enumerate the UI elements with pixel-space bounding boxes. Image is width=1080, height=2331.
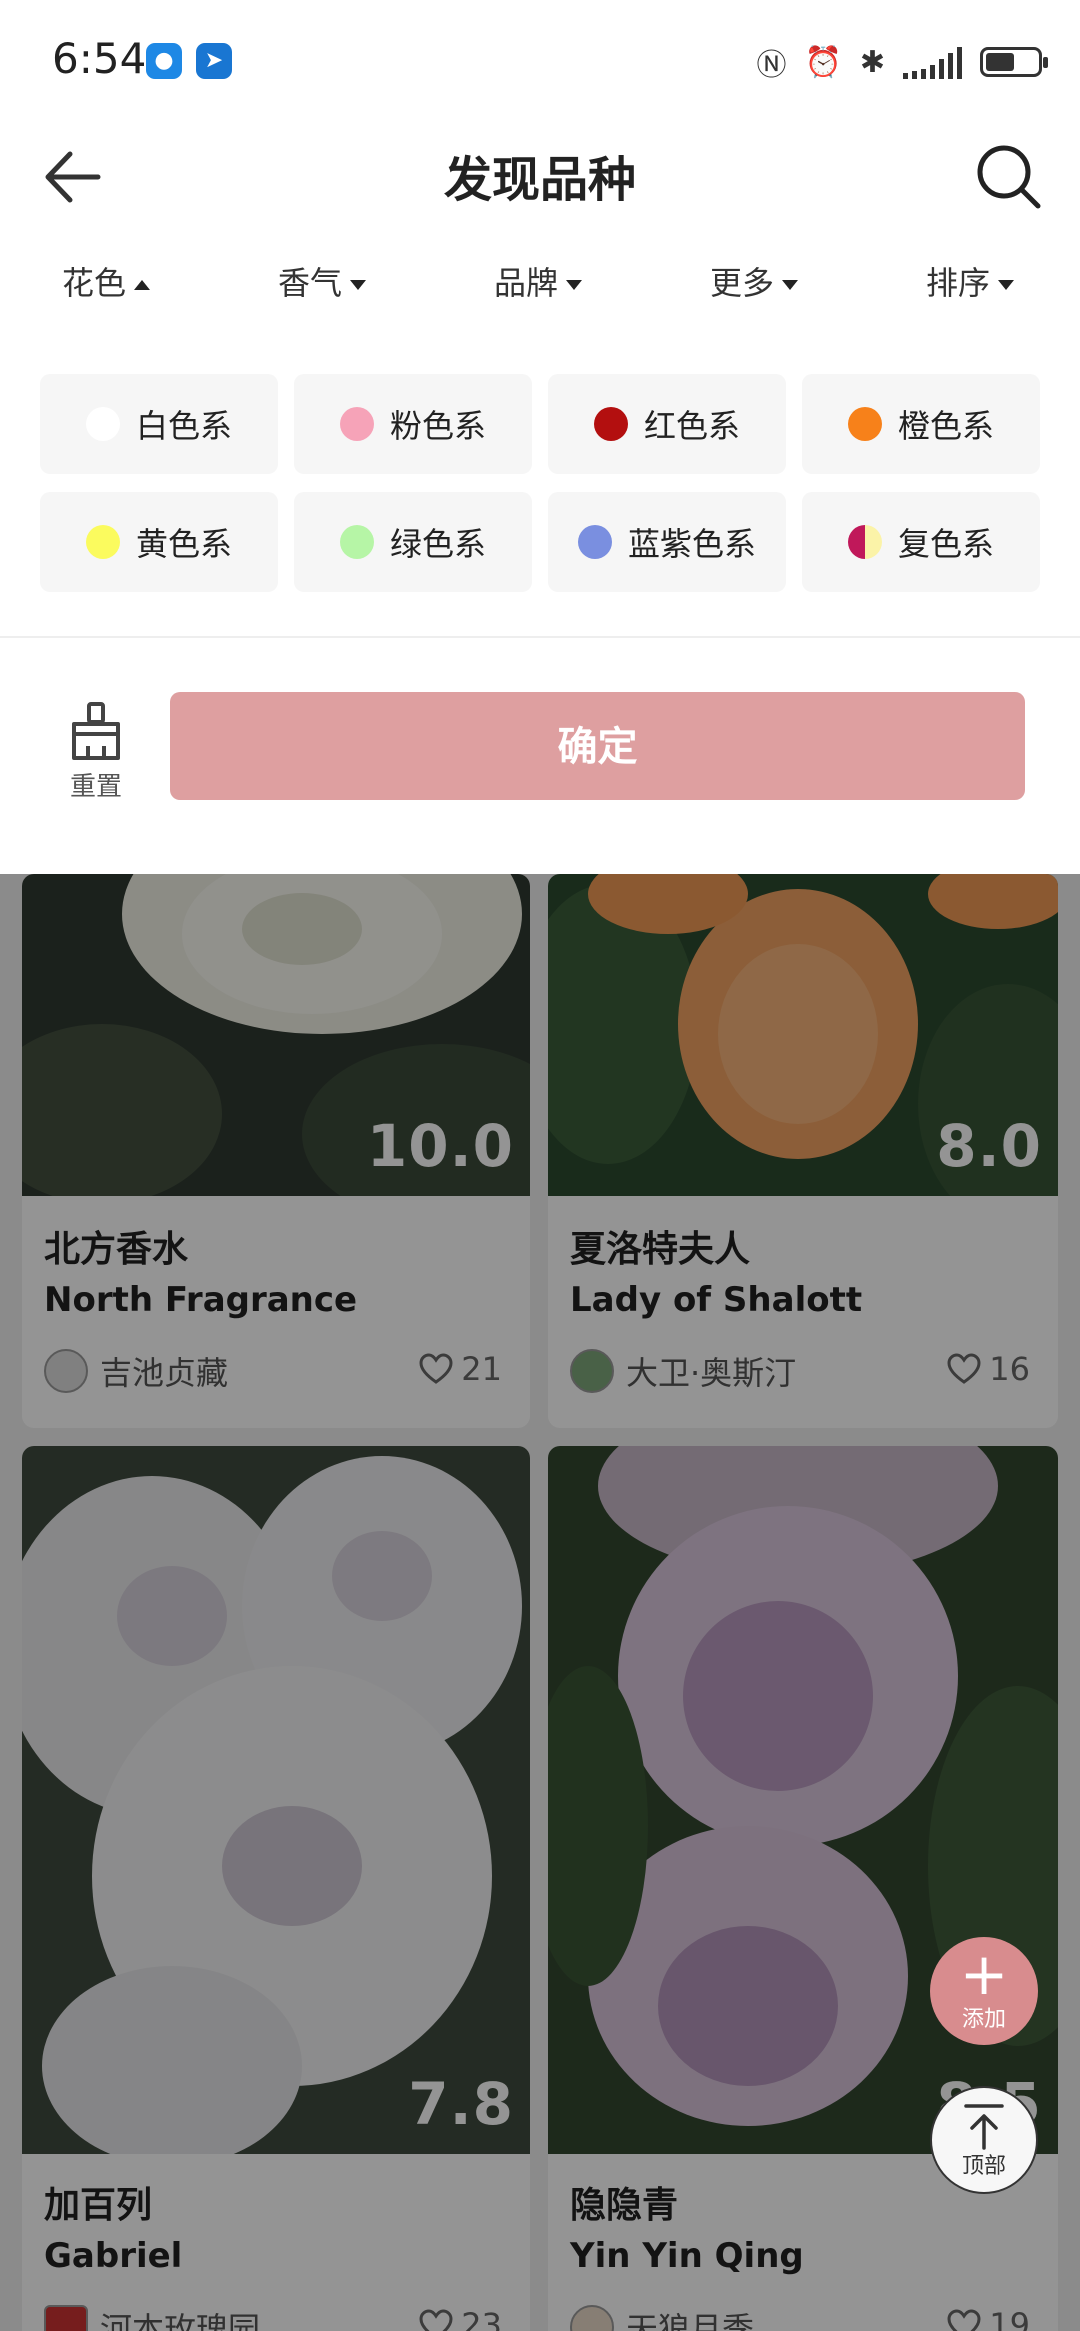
confirm-button[interactable]: 确定 <box>170 692 1025 800</box>
filter-sort[interactable]: 排序 <box>926 255 1015 311</box>
arrow-up-icon <box>964 2104 1004 2150</box>
modal-backdrop[interactable] <box>0 874 1080 2331</box>
battery-icon <box>980 47 1048 77</box>
filter-label: 排序 <box>926 264 991 302</box>
back-to-top-button[interactable]: 顶部 <box>930 2086 1038 2194</box>
filter-fragrance[interactable]: 香气 <box>278 255 367 311</box>
color-label: 白色系 <box>135 407 232 445</box>
color-swatch <box>339 407 374 441</box>
color-label: 复色系 <box>897 525 994 563</box>
color-swatch <box>85 407 120 441</box>
color-label: 黄色系 <box>135 525 232 563</box>
nfc-icon: Ⓝ <box>756 48 787 83</box>
plus-icon: + <box>959 1940 1009 2008</box>
brush-icon <box>72 702 120 760</box>
color-label: 蓝紫色系 <box>627 525 756 563</box>
add-button[interactable]: + 添加 <box>930 1937 1038 2045</box>
alarm-icon: ⏰ <box>804 44 842 80</box>
filter-bar: 花色 香气 品牌 更多 排序 <box>0 255 1080 311</box>
color-swatch <box>593 407 628 441</box>
filter-label: 花色 <box>62 264 127 302</box>
caret-down-icon <box>782 280 799 290</box>
color-chip-blue-purple[interactable]: 蓝紫色系 <box>548 492 786 592</box>
filter-label: 香气 <box>278 264 343 302</box>
color-chip-red[interactable]: 红色系 <box>548 374 786 474</box>
color-swatch <box>847 525 882 559</box>
color-swatch <box>85 525 120 559</box>
caret-up-icon <box>134 280 151 290</box>
signal-icon <box>903 45 962 79</box>
add-label: 添加 <box>961 2007 1006 2032</box>
messages-icon: ● <box>146 43 182 79</box>
filter-color[interactable]: 花色 <box>62 255 151 311</box>
color-swatch <box>577 525 612 559</box>
divider <box>0 636 1080 638</box>
color-swatch <box>847 407 882 441</box>
color-chip-orange[interactable]: 橙色系 <box>802 374 1040 474</box>
variety-grid: 10.0 北方香水 North Fragrance 吉池贞藏 21 8.0 夏洛… <box>0 874 1080 2331</box>
caret-down-icon <box>566 280 583 290</box>
navigation-app-icon: ➤ <box>196 43 232 79</box>
color-label: 橙色系 <box>897 407 994 445</box>
vibrate-icon: ✱ <box>859 44 885 80</box>
filter-brand[interactable]: 品牌 <box>494 255 583 311</box>
status-bar: 6:54 ● ➤ Ⓝ ⏰ ✱ <box>0 0 1080 120</box>
filter-more[interactable]: 更多 <box>710 255 799 311</box>
page-title: 发现品种 <box>443 152 636 208</box>
filter-label: 品牌 <box>494 264 559 302</box>
color-chip-green[interactable]: 绿色系 <box>294 492 532 592</box>
color-chip-pink[interactable]: 粉色系 <box>294 374 532 474</box>
search-icon[interactable] <box>972 140 1044 212</box>
color-label: 粉色系 <box>389 407 486 445</box>
color-chip-white[interactable]: 白色系 <box>40 374 278 474</box>
reset-button[interactable]: 重置 <box>60 700 132 810</box>
reset-label: 重置 <box>69 772 122 802</box>
status-time: 6:54 <box>52 34 147 83</box>
color-chip-yellow[interactable]: 黄色系 <box>40 492 278 592</box>
caret-down-icon <box>350 280 367 290</box>
color-swatch <box>339 525 374 559</box>
color-chip-multicolor[interactable]: 复色系 <box>802 492 1040 592</box>
caret-down-icon <box>998 280 1015 290</box>
color-label: 红色系 <box>643 407 740 445</box>
top-bar: 发现品种 <box>0 120 1080 230</box>
top-label: 顶部 <box>961 2154 1006 2179</box>
filter-label: 更多 <box>710 264 775 302</box>
color-label: 绿色系 <box>389 525 486 563</box>
